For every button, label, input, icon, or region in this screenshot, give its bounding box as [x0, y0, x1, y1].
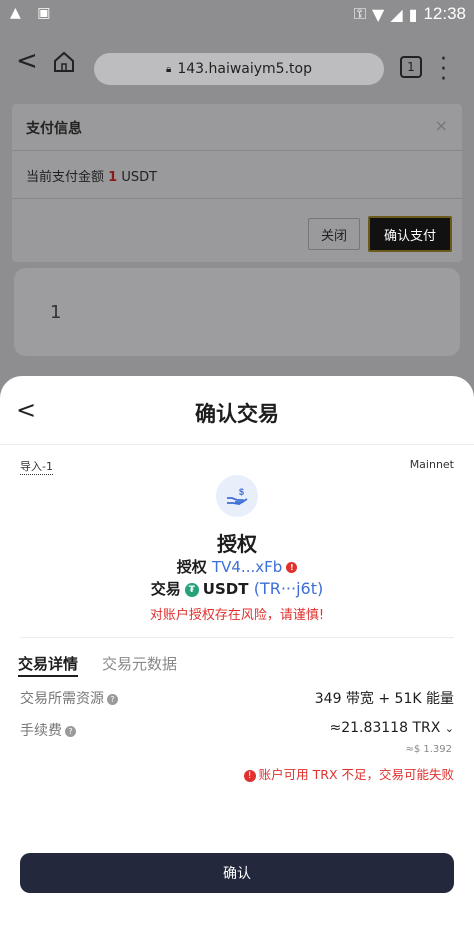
confirm-transaction-sheet: < 确认交易 导入-1 Mainnet $ 授权 授权 TV4...xFb! 交… [0, 376, 474, 944]
warning-icon: ! [286, 562, 298, 573]
insufficient-trx-text: 账户可用 TRX 不足，交易可能失败 [258, 767, 454, 782]
insufficient-trx-warning: ! 账户可用 TRX 不足，交易可能失败 [243, 764, 454, 783]
token-contract-address[interactable]: (TR···j6t) [254, 579, 324, 598]
approve-hand-icon: $ [216, 475, 258, 517]
status-bar: ▲ ▣ ⚿ ▼ ◢ ▮ 12:38 [0, 0, 474, 28]
network-label: Mainnet [409, 458, 454, 471]
error-icon: ! [243, 769, 256, 782]
svg-text:$: $ [239, 487, 244, 497]
url-text: 143.haiwaiym5.top [177, 61, 312, 77]
address-bar[interactable]: 🔒︎ 143.haiwaiym5.top [94, 53, 384, 85]
confirm-button[interactable]: 确认 [20, 853, 454, 893]
amount-card: 1 [14, 268, 460, 356]
divider [12, 198, 462, 199]
wallet-label[interactable]: 导入-1 [20, 458, 53, 475]
action-title: 授权 [217, 532, 257, 556]
resources-label: 交易所需资源? [20, 688, 118, 708]
overflow-menu-icon[interactable]: · · · [440, 49, 447, 91]
help-icon[interactable]: ? [107, 693, 118, 705]
notification-icons: ▲ ▣ [10, 5, 57, 21]
fee-value[interactable]: ≈21.83118 TRX ⌄ [329, 720, 454, 736]
fee-usd-value: ≈$ 1.392 [405, 744, 452, 755]
amount-value: 1 [108, 170, 118, 185]
key-icon: ⚿ [353, 4, 367, 23]
risk-warning: 对账户授权存在风险，请谨慎! [149, 608, 325, 623]
payment-amount: 当前支付金额 1 USDT [26, 166, 157, 185]
back-arrow-icon[interactable]: < [16, 46, 38, 76]
amount-card-value: 1 [50, 302, 62, 323]
fee-amount: ≈21.83118 TRX [329, 720, 441, 736]
tab-switcher-button[interactable]: 1 [400, 56, 422, 78]
resources-value: 349 带宽 + 51K 能量 [314, 691, 454, 707]
lock-icon: 🔒︎ [166, 63, 172, 75]
help-icon[interactable]: ? [65, 725, 76, 737]
close-icon[interactable]: × [435, 116, 448, 135]
transaction-label: 交易 [150, 580, 181, 598]
token-symbol: USDT [202, 580, 249, 598]
transaction-line: 交易 ₮ USDT (TR···j6t) [0, 578, 474, 599]
fee-label: 手续费? [20, 720, 76, 740]
amount-label: 当前支付金额 [26, 170, 105, 185]
fee-label-text: 手续费 [20, 723, 62, 739]
confirm-pay-button[interactable]: 确认支付 [368, 216, 452, 252]
wifi-icon: ▼ [372, 4, 385, 24]
sheet-title: 确认交易 [195, 402, 279, 426]
usdt-token-icon: ₮ [184, 582, 199, 597]
amount-unit: USDT [121, 170, 158, 185]
divider [0, 444, 474, 445]
authorize-label: 授权 [176, 558, 207, 576]
tab-transaction-details[interactable]: 交易详情 [18, 653, 79, 677]
spender-address[interactable]: TV4...xFb [212, 558, 282, 576]
resources-label-text: 交易所需资源 [20, 691, 104, 707]
chevron-down-icon[interactable]: ⌄ [445, 722, 454, 735]
signal-icon: ◢ [390, 4, 403, 24]
status-icons: ⚿ ▼ ◢ ▮ 12:38 [354, 4, 466, 24]
battery-icon: ▮ [408, 4, 418, 24]
clock: 12:38 [423, 4, 466, 23]
dialog-title: 支付信息 [26, 121, 82, 137]
home-icon[interactable] [52, 50, 76, 74]
browser-toolbar: < 🔒︎ 143.haiwaiym5.top 1 · · · [0, 28, 474, 94]
payment-dialog: 支付信息 × 当前支付金额 1 USDT 关闭 确认支付 [12, 104, 462, 262]
divider [20, 637, 454, 638]
authorize-line: 授权 TV4...xFb! [0, 556, 474, 577]
tab-transaction-metadata[interactable]: 交易元数据 [102, 653, 177, 674]
close-button[interactable]: 关闭 [308, 218, 360, 250]
